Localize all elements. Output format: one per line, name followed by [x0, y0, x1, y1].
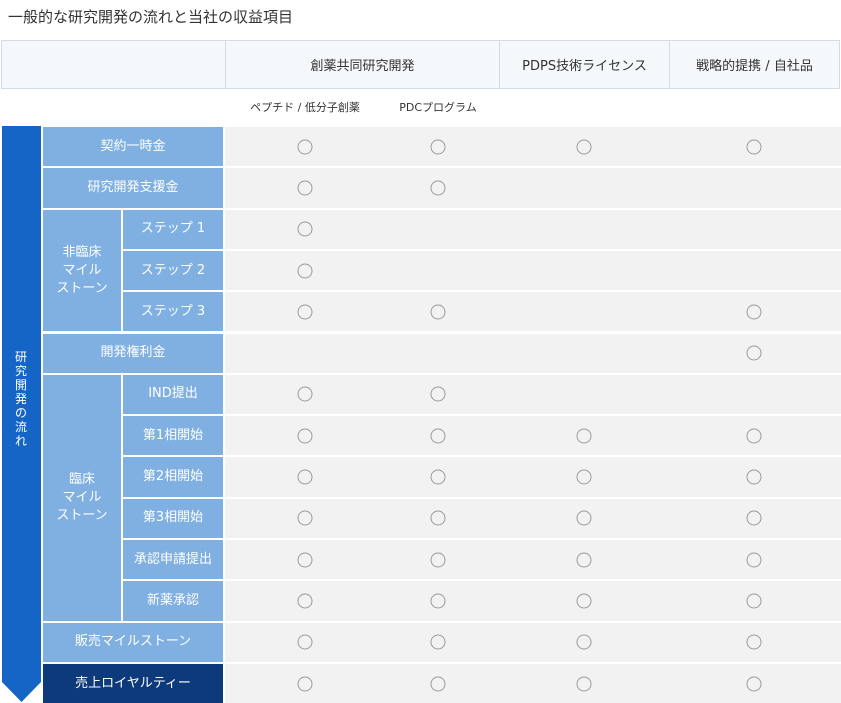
- mark-circle-icon: [430, 180, 446, 196]
- mark-circle-icon: [297, 469, 313, 485]
- header-joint-research: 創薬共同研究開発: [225, 40, 500, 89]
- table-row: [225, 209, 841, 249]
- mark-circle-icon: [297, 221, 313, 237]
- mark-circle-icon: [746, 552, 762, 568]
- row-label: 開発権利金: [43, 333, 223, 373]
- row-label: 第3相開始: [123, 498, 223, 538]
- row-label: 第2相開始: [123, 457, 223, 497]
- mark-circle-icon: [576, 593, 592, 609]
- mark-circle-icon: [430, 304, 446, 320]
- table-row: [225, 250, 841, 291]
- mark-circle-icon: [576, 552, 592, 568]
- group-label-nonclinical: 非臨床 マイル ストーン: [43, 209, 121, 332]
- mark-circle-icon: [430, 469, 446, 485]
- row-label: ステップ 3: [123, 292, 223, 332]
- flow-arrow-label: 研究開発の流れ: [14, 350, 27, 448]
- mark-circle-icon: [576, 428, 592, 444]
- header-pdps-license: PDPS技術ライセンス: [499, 40, 670, 89]
- row-label: 販売マイルストーン: [43, 622, 223, 662]
- mark-circle-icon: [297, 634, 313, 650]
- table-row: [225, 168, 841, 208]
- mark-circle-icon: [430, 139, 446, 155]
- subheader-peptide: ペプチド / 低分子創薬: [250, 101, 360, 114]
- header-strategic-alliance: 戦略的提携 / 自社品: [669, 40, 840, 89]
- page-title: 一般的な研究開発の流れと当社の収益項目: [8, 8, 294, 26]
- mark-circle-icon: [297, 676, 313, 692]
- mark-circle-icon: [430, 510, 446, 526]
- row-label: IND提出: [123, 374, 223, 415]
- mark-circle-icon: [297, 139, 313, 155]
- mark-circle-icon: [746, 304, 762, 320]
- row-label: 売上ロイヤルティー: [43, 663, 223, 703]
- mark-circle-icon: [576, 469, 592, 485]
- mark-circle-icon: [746, 139, 762, 155]
- mark-circle-icon: [430, 428, 446, 444]
- mark-circle-icon: [746, 634, 762, 650]
- header-pdps-license-label: PDPS技術ライセンス: [522, 59, 647, 74]
- header-empty-cell: [1, 40, 226, 89]
- mark-circle-icon: [746, 593, 762, 609]
- mark-circle-icon: [746, 428, 762, 444]
- mark-circle-icon: [297, 428, 313, 444]
- mark-circle-icon: [430, 634, 446, 650]
- mark-circle-icon: [297, 304, 313, 320]
- mark-circle-icon: [430, 676, 446, 692]
- mark-circle-icon: [746, 345, 762, 361]
- row-label: 第1相開始: [123, 416, 223, 456]
- mark-circle-icon: [297, 386, 313, 402]
- header-strategic-alliance-label: 戦略的提携 / 自社品: [696, 59, 813, 74]
- mark-circle-icon: [576, 510, 592, 526]
- row-label: 新薬承認: [123, 581, 223, 621]
- mark-circle-icon: [297, 180, 313, 196]
- row-label: 研究開発支援金: [43, 168, 223, 208]
- row-label: 契約一時金: [43, 127, 223, 167]
- table-row: [225, 374, 841, 415]
- group-label-clinical: 臨床 マイル ストーン: [43, 374, 121, 621]
- row-label: ステップ 2: [123, 250, 223, 291]
- mark-circle-icon: [430, 386, 446, 402]
- header-joint-research-label: 創薬共同研究開発: [310, 59, 415, 74]
- mark-circle-icon: [297, 593, 313, 609]
- mark-circle-icon: [297, 263, 313, 279]
- mark-circle-icon: [430, 552, 446, 568]
- row-label: 承認申請提出: [123, 540, 223, 580]
- mark-circle-icon: [430, 593, 446, 609]
- mark-circle-icon: [746, 469, 762, 485]
- mark-circle-icon: [746, 510, 762, 526]
- mark-circle-icon: [746, 676, 762, 692]
- mark-circle-icon: [576, 139, 592, 155]
- row-label: ステップ 1: [123, 209, 223, 249]
- mark-circle-icon: [297, 552, 313, 568]
- mark-circle-icon: [297, 510, 313, 526]
- mark-circle-icon: [576, 676, 592, 692]
- mark-circle-icon: [576, 634, 592, 650]
- subheader-pdc: PDCプログラム: [399, 101, 477, 114]
